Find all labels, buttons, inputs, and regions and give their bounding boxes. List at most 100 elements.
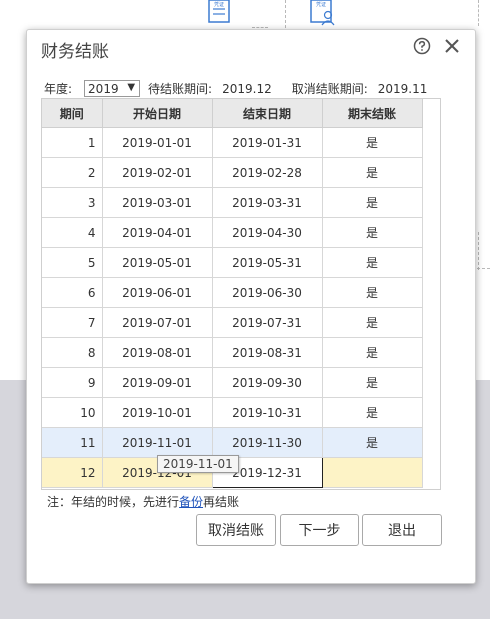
cancel-period-label: 取消结账期间:: [291, 82, 368, 96]
closed-cell[interactable]: 是: [322, 127, 423, 158]
end-date-cell[interactable]: 2019-09-30: [212, 367, 323, 398]
closed-cell[interactable]: 是: [322, 247, 423, 278]
start-date-cell[interactable]: 2019-09-01: [102, 367, 213, 398]
note-prefix: 注：年结的时候，先进行: [47, 495, 180, 509]
help-icon[interactable]: [413, 37, 431, 55]
closed-cell[interactable]: 是: [322, 307, 423, 338]
closed-cell[interactable]: 是: [322, 427, 423, 458]
financial-closing-dialog: 财务结账 年度: 2019 ▼ 待结账期间: 2019.12 取消结账期间: 2019…: [26, 29, 476, 584]
closed-cell[interactable]: 是: [322, 277, 423, 308]
note-suffix: 再结账: [203, 495, 240, 509]
closed-cell[interactable]: 是: [322, 187, 423, 218]
exit-button[interactable]: 退出: [362, 514, 442, 546]
dropdown-arrow-icon: ▼: [127, 82, 136, 93]
table-row[interactable]: 3 2019-03-01 2019-03-31 是: [42, 187, 440, 218]
period-cell[interactable]: 6: [42, 277, 103, 308]
period-cell[interactable]: 12: [42, 457, 103, 488]
end-date-cell[interactable]: 2019-02-28: [212, 157, 323, 188]
end-date-cell[interactable]: 2019-01-31: [212, 127, 323, 158]
backup-link[interactable]: 备份: [179, 495, 203, 509]
year-select[interactable]: 2019 ▼: [84, 80, 141, 97]
start-date-cell[interactable]: 2019-10-01: [102, 397, 213, 428]
closed-cell[interactable]: 是: [322, 367, 423, 398]
period-cell[interactable]: 4: [42, 217, 103, 248]
period-cell[interactable]: 3: [42, 187, 103, 218]
table-row[interactable]: 10 2019-10-01 2019-10-31 是: [42, 397, 440, 428]
header-start-date[interactable]: 开始日期: [102, 99, 213, 128]
table-row[interactable]: 4 2019-04-01 2019-04-30 是: [42, 217, 440, 248]
filler-cell: [422, 128, 440, 158]
end-date-cell[interactable]: 2019-10-31: [212, 397, 323, 428]
period-cell[interactable]: 2: [42, 157, 103, 188]
start-date-cell[interactable]: 2019-04-01: [102, 217, 213, 248]
table-row-editing[interactable]: 12 2019-12-01 2019-12-31: [42, 457, 440, 488]
end-date-cell[interactable]: 2019-03-31: [212, 187, 323, 218]
filler-cell: [422, 188, 440, 218]
header-filler: [422, 99, 440, 128]
end-date-cell[interactable]: 2019-06-30: [212, 277, 323, 308]
year-end-note: 注：年结的时候，先进行备份再结账: [47, 493, 239, 510]
cell-tooltip: 2019-11-01: [157, 455, 239, 473]
table-row[interactable]: 9 2019-09-01 2019-09-30 是: [42, 367, 440, 398]
header-closed[interactable]: 期末结账: [322, 99, 423, 128]
flow-connector: [252, 27, 268, 28]
period-cell[interactable]: 7: [42, 307, 103, 338]
filler-cell: [422, 158, 440, 188]
header-end-date[interactable]: 结束日期: [212, 99, 323, 128]
dialog-title: 财务结账: [41, 42, 109, 62]
end-date-cell[interactable]: 2019-07-31: [212, 307, 323, 338]
end-date-cell[interactable]: 2019-11-30: [212, 427, 323, 458]
period-cell[interactable]: 5: [42, 247, 103, 278]
table-row[interactable]: 1 2019-01-01 2019-01-31 是: [42, 127, 440, 158]
filler-cell: [422, 427, 440, 458]
pending-period-label: 待结账期间:: [148, 82, 213, 96]
voucher-user-icon-right: 凭证: [308, 0, 336, 26]
start-date-cell[interactable]: 2019-08-01: [102, 337, 213, 368]
filler-cell: [422, 308, 440, 338]
period-cell[interactable]: 11: [42, 427, 103, 458]
flow-connector: [285, 0, 286, 28]
table-row-selected[interactable]: 11 2019-11-01 2019-11-30 是: [42, 427, 440, 458]
period-grid: 期间 开始日期 结束日期 期末结账 1 2019-01-01 2019-01-3…: [41, 98, 441, 490]
start-date-cell[interactable]: 2019-03-01: [102, 187, 213, 218]
start-date-cell[interactable]: 2019-11-01: [102, 427, 213, 458]
closed-cell[interactable]: 是: [322, 217, 423, 248]
start-date-cell[interactable]: 2019-02-01: [102, 157, 213, 188]
table-row[interactable]: 6 2019-06-01 2019-06-30 是: [42, 277, 440, 308]
start-date-cell[interactable]: 2019-05-01: [102, 247, 213, 278]
closed-cell[interactable]: [322, 457, 423, 488]
start-date-cell[interactable]: 2019-07-01: [102, 307, 213, 338]
end-date-cell[interactable]: 2019-05-31: [212, 247, 323, 278]
table-row[interactable]: 2 2019-02-01 2019-02-28 是: [42, 157, 440, 188]
header-period[interactable]: 期间: [42, 99, 103, 128]
close-icon[interactable]: [442, 36, 462, 56]
cancel-closing-button[interactable]: 取消结账: [196, 514, 276, 546]
start-date-cell[interactable]: 2019-06-01: [102, 277, 213, 308]
start-date-cell[interactable]: 2019-01-01: [102, 127, 213, 158]
end-date-cell[interactable]: 2019-08-31: [212, 337, 323, 368]
period-cell[interactable]: 1: [42, 127, 103, 158]
filler-cell: [422, 457, 440, 488]
table-row[interactable]: 8 2019-08-01 2019-08-31 是: [42, 337, 440, 368]
table-row[interactable]: 5 2019-05-01 2019-05-31 是: [42, 247, 440, 278]
flow-connector: [478, 0, 479, 26]
cancel-period-value: 2019.11: [377, 82, 428, 96]
closed-cell[interactable]: 是: [322, 337, 423, 368]
period-cell[interactable]: 8: [42, 337, 103, 368]
period-info: 待结账期间: 2019.12 取消结账期间: 2019.11: [148, 80, 447, 97]
year-label: 年度:: [44, 82, 73, 96]
voucher-icon-right-label: 凭证: [316, 1, 326, 8]
pending-period-value: 2019.12: [222, 82, 272, 96]
period-cell[interactable]: 10: [42, 397, 103, 428]
table-row[interactable]: 7 2019-07-01 2019-07-31 是: [42, 307, 440, 338]
period-filter: 年度: 2019 ▼ 待结账期间: 2019.12 取消结账期间: 2019.11: [44, 80, 447, 97]
end-date-cell[interactable]: 2019-04-30: [212, 217, 323, 248]
closed-cell[interactable]: 是: [322, 397, 423, 428]
period-table: 期间 开始日期 结束日期 期末结账 1 2019-01-01 2019-01-3…: [42, 99, 440, 488]
flow-connector: [478, 232, 479, 270]
next-step-button[interactable]: 下一步: [280, 514, 359, 546]
filler-cell: [422, 248, 440, 278]
filler-cell: [422, 278, 440, 308]
period-cell[interactable]: 9: [42, 367, 103, 398]
closed-cell[interactable]: 是: [322, 157, 423, 188]
